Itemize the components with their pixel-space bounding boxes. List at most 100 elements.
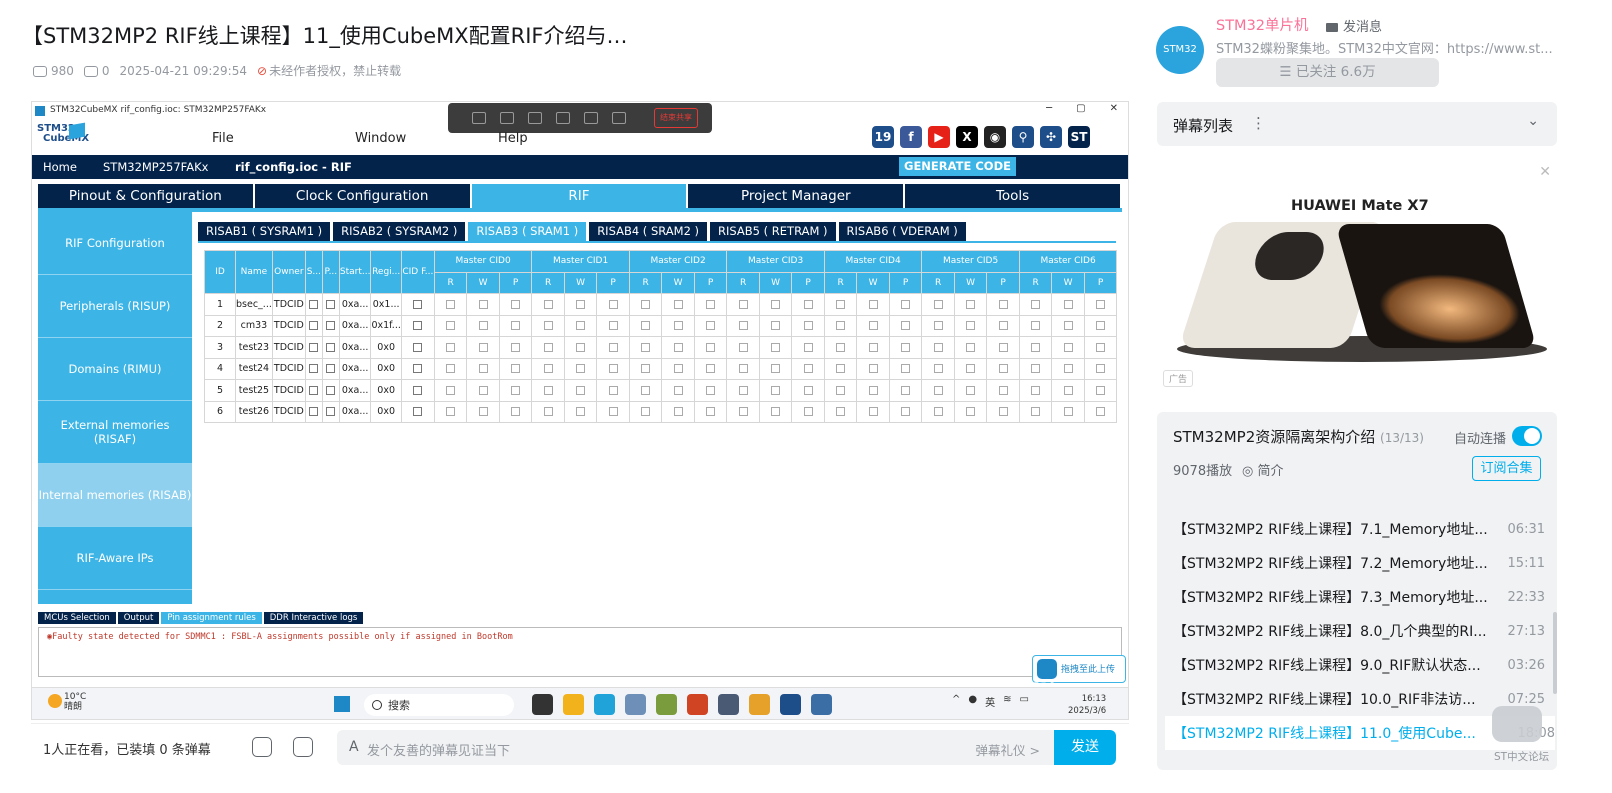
permission-checkbox[interactable]	[478, 299, 488, 309]
danmaku-toggle-icon[interactable]	[252, 737, 272, 757]
permission-checkbox[interactable]	[836, 364, 846, 374]
permission-checkbox[interactable]	[576, 342, 586, 352]
permission-checkbox[interactable]	[478, 364, 488, 374]
permission-checkbox[interactable]	[1096, 321, 1106, 331]
chat-icon[interactable]	[1492, 706, 1542, 742]
permission-checkbox[interactable]	[1063, 385, 1073, 395]
permission-checkbox[interactable]	[478, 407, 488, 417]
danmaku-settings-icon[interactable]	[293, 737, 313, 757]
permission-checkbox[interactable]	[998, 321, 1008, 331]
permission-checkbox[interactable]	[868, 364, 878, 374]
permission-checkbox[interactable]	[1096, 407, 1106, 417]
cid-filter-checkbox[interactable]	[413, 364, 423, 374]
permission-checkbox[interactable]	[1031, 321, 1041, 331]
permission-checkbox[interactable]	[641, 407, 651, 417]
permission-checkbox[interactable]	[543, 299, 553, 309]
autoplay-toggle[interactable]	[1512, 426, 1542, 446]
permission-checkbox[interactable]	[706, 385, 716, 395]
permission-checkbox[interactable]	[1063, 407, 1073, 417]
episode-item[interactable]: 【STM32MP2 RIF线上课程】8.0_几个典型的RI... 27:13	[1173, 614, 1545, 648]
message-button[interactable]: 发消息	[1326, 16, 1382, 35]
permission-checkbox[interactable]	[836, 299, 846, 309]
danmaku-etiquette-link[interactable]: 弹幕礼仪 >	[976, 740, 1040, 759]
permission-checkbox[interactable]	[901, 385, 911, 395]
permission-checkbox[interactable]	[608, 321, 618, 331]
permission-checkbox[interactable]	[543, 364, 553, 374]
permission-checkbox[interactable]	[803, 321, 813, 331]
permission-checkbox[interactable]	[868, 299, 878, 309]
permission-checkbox[interactable]	[446, 321, 456, 331]
permission-checkbox[interactable]	[543, 407, 553, 417]
permission-checkbox[interactable]	[868, 342, 878, 352]
permission-checkbox[interactable]	[933, 385, 943, 395]
episode-item[interactable]: 【STM32MP2 RIF线上课程】9.0_RIF默认状态... 03:26	[1173, 648, 1545, 682]
advertisement[interactable]: ✕ HUAWEI Mate X7 广告	[1157, 160, 1557, 396]
follow-button[interactable]: ☰ 已关注 6.6万	[1216, 58, 1439, 87]
cid-filter-checkbox[interactable]	[413, 407, 423, 417]
priv-checkbox[interactable]	[326, 407, 336, 417]
permission-checkbox[interactable]	[1031, 299, 1041, 309]
permission-checkbox[interactable]	[1031, 385, 1041, 395]
permission-checkbox[interactable]	[901, 321, 911, 331]
permission-checkbox[interactable]	[868, 407, 878, 417]
permission-checkbox[interactable]	[738, 299, 748, 309]
permission-checkbox[interactable]	[1031, 407, 1041, 417]
secure-checkbox[interactable]	[309, 364, 319, 374]
permission-checkbox[interactable]	[933, 407, 943, 417]
permission-checkbox[interactable]	[673, 364, 683, 374]
permission-checkbox[interactable]	[966, 407, 976, 417]
permission-checkbox[interactable]	[641, 364, 651, 374]
send-button[interactable]: 发送	[1054, 730, 1116, 765]
permission-checkbox[interactable]	[446, 407, 456, 417]
secure-checkbox[interactable]	[309, 385, 319, 395]
permission-checkbox[interactable]	[1063, 364, 1073, 374]
danmaku-input[interactable]: A 发个友善的弹幕见证当下 弹幕礼仪 >	[337, 730, 1054, 765]
permission-checkbox[interactable]	[771, 385, 781, 395]
permission-checkbox[interactable]	[901, 407, 911, 417]
permission-checkbox[interactable]	[933, 299, 943, 309]
permission-checkbox[interactable]	[446, 385, 456, 395]
secure-checkbox[interactable]	[309, 299, 319, 309]
permission-checkbox[interactable]	[706, 407, 716, 417]
priv-checkbox[interactable]	[326, 299, 336, 309]
secure-checkbox[interactable]	[309, 407, 319, 417]
permission-checkbox[interactable]	[901, 342, 911, 352]
permission-checkbox[interactable]	[738, 385, 748, 395]
permission-checkbox[interactable]	[576, 407, 586, 417]
priv-checkbox[interactable]	[326, 321, 336, 331]
permission-checkbox[interactable]	[706, 364, 716, 374]
permission-checkbox[interactable]	[998, 407, 1008, 417]
permission-checkbox[interactable]	[771, 407, 781, 417]
permission-checkbox[interactable]	[966, 342, 976, 352]
permission-checkbox[interactable]	[641, 342, 651, 352]
permission-checkbox[interactable]	[738, 407, 748, 417]
permission-checkbox[interactable]	[1096, 364, 1106, 374]
permission-checkbox[interactable]	[933, 342, 943, 352]
permission-checkbox[interactable]	[641, 299, 651, 309]
permission-checkbox[interactable]	[933, 321, 943, 331]
permission-checkbox[interactable]	[543, 342, 553, 352]
permission-checkbox[interactable]	[771, 364, 781, 374]
permission-checkbox[interactable]	[576, 321, 586, 331]
permission-checkbox[interactable]	[966, 364, 976, 374]
permission-checkbox[interactable]	[1031, 364, 1041, 374]
video-player[interactable]: STM32CubeMX rif_config.ioc: STM32MP257FA…	[31, 101, 1129, 720]
secure-checkbox[interactable]	[309, 321, 319, 331]
permission-checkbox[interactable]	[576, 364, 586, 374]
permission-checkbox[interactable]	[1031, 342, 1041, 352]
permission-checkbox[interactable]	[998, 299, 1008, 309]
permission-checkbox[interactable]	[608, 407, 618, 417]
permission-checkbox[interactable]	[511, 407, 521, 417]
subscribe-collection-button[interactable]: 订阅合集	[1472, 456, 1541, 481]
episode-item[interactable]: 【STM32MP2 RIF线上课程】7.1_Memory地址... 06:31	[1173, 512, 1545, 546]
cid-filter-checkbox[interactable]	[413, 299, 423, 309]
permission-checkbox[interactable]	[836, 407, 846, 417]
permission-checkbox[interactable]	[446, 364, 456, 374]
permission-checkbox[interactable]	[608, 364, 618, 374]
permission-checkbox[interactable]	[641, 321, 651, 331]
permission-checkbox[interactable]	[608, 299, 618, 309]
permission-checkbox[interactable]	[446, 342, 456, 352]
episode-item[interactable]: 【STM32MP2 RIF线上课程】10.0_RIF非法访... 07:25	[1173, 682, 1545, 716]
permission-checkbox[interactable]	[576, 299, 586, 309]
priv-checkbox[interactable]	[326, 342, 336, 352]
